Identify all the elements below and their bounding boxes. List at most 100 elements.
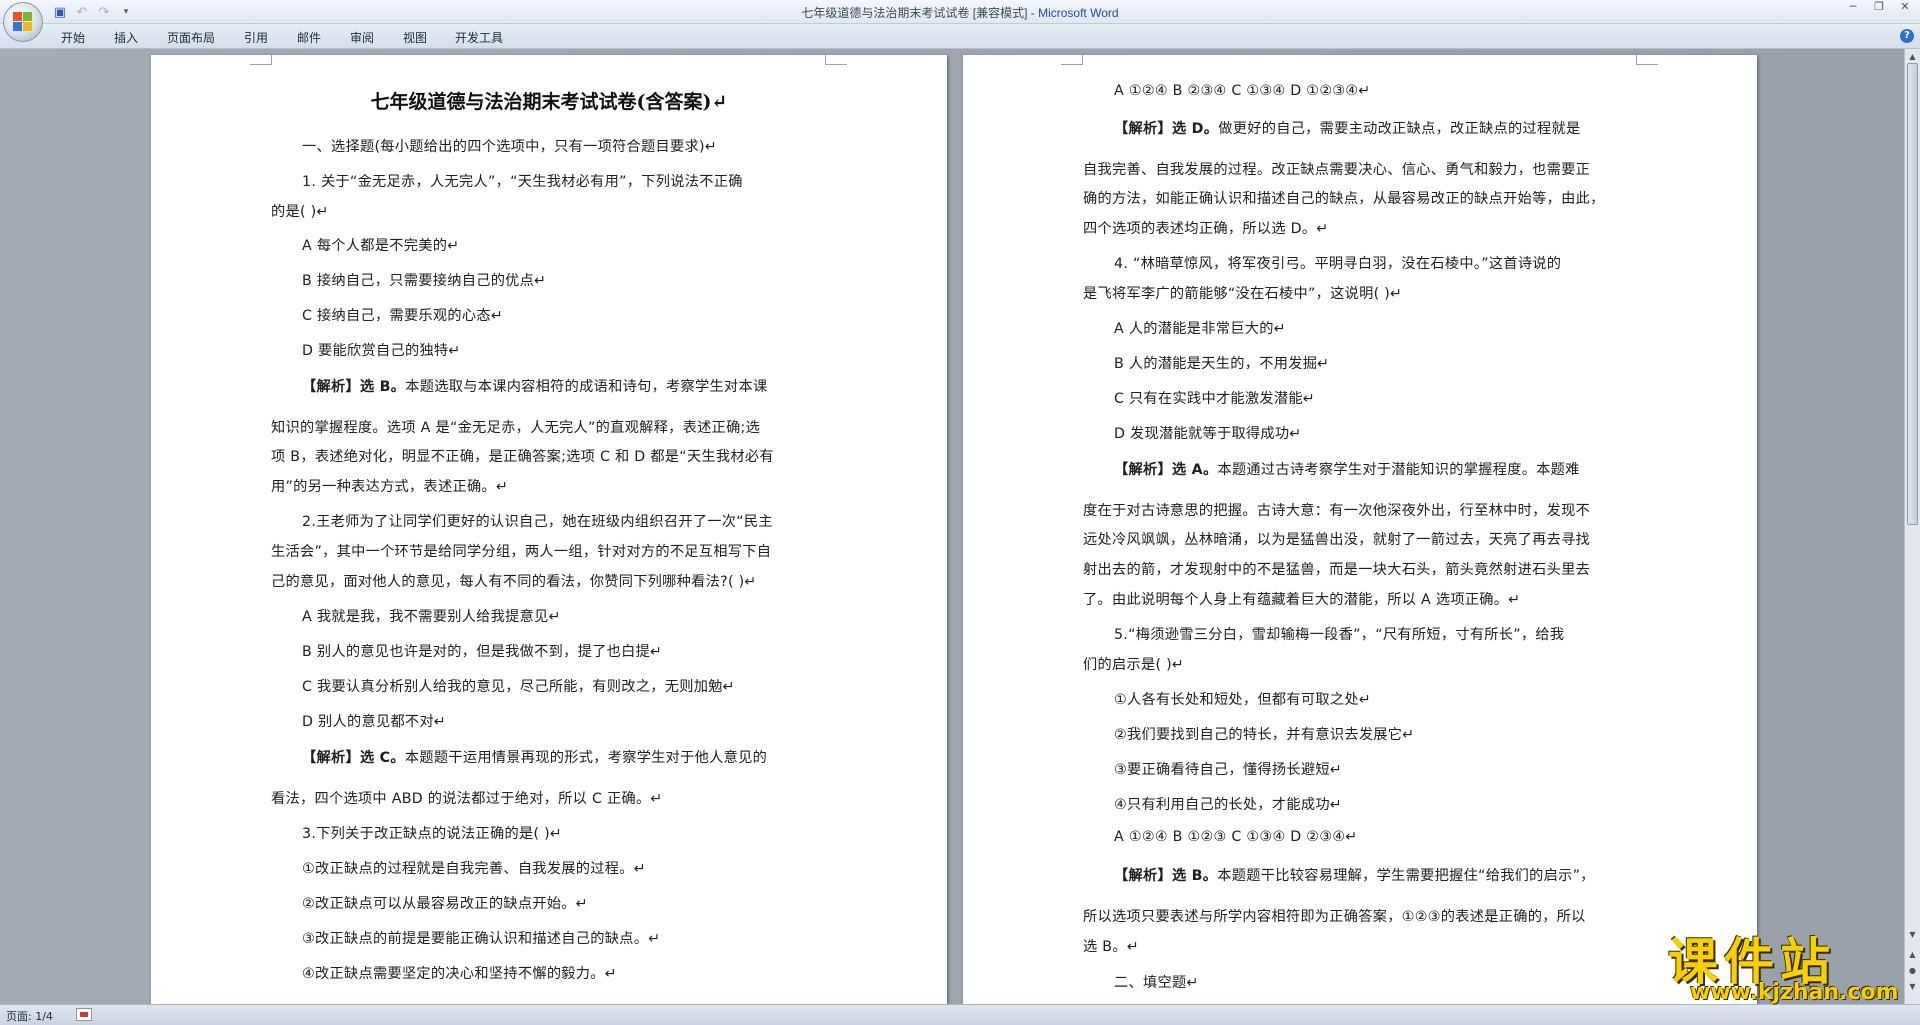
margin-corner-mark	[1061, 55, 1083, 65]
option-line: ③改正缺点的前提是要能正确认识和描述自己的缺点。↵	[302, 931, 661, 947]
analysis-line: 【解析】选 A。本题通过古诗考察学生对于潜能知识的掌握程度。本题难	[1114, 459, 1580, 479]
document-page-2[interactable]: A ①②④ B ②③④ C ①③④ D ①②③④↵ 【解析】选 D。做更好的自己…	[963, 55, 1757, 1004]
option-line: C 我要认真分析别人给我的意见，尽己所能，有则改之，无则加勉↵	[302, 679, 735, 695]
option-line: B 别人的意见也许是对的，但是我做不到，提了也白提↵	[302, 644, 663, 660]
option-line: A 人的潜能是非常巨大的↵	[1114, 321, 1286, 337]
chevron-down-icon[interactable]: ▾	[118, 4, 134, 20]
help-icon[interactable]: ?	[1900, 29, 1914, 43]
proofing-icon[interactable]	[76, 1008, 92, 1021]
question-line: 生活会”，其中一个环节是给同学分组，两人一组，针对对方的不足互相写下自	[271, 544, 772, 560]
option-line: D 别人的意见都不对↵	[302, 714, 447, 730]
quick-access-toolbar: ▣ ↶ ↷ ▾	[52, 3, 134, 21]
analysis-line: 【解析】选 C。本题题干运用情景再现的形式，考察学生对于他人意见的	[302, 747, 767, 767]
redo-icon[interactable]: ↷	[96, 4, 112, 20]
analysis-text: 本题题干运用情景再现的形式，考察学生对于他人意见的	[404, 750, 768, 766]
previous-page-icon[interactable]: ▲	[1907, 949, 1918, 960]
option-line: ①人各有长处和短处，但都有可取之处↵	[1114, 692, 1372, 708]
question-line: 4. “林暗草惊风，将军夜引弓。平明寻白羽，没在石棱中。”这首诗说的	[1114, 256, 1562, 272]
tab-references[interactable]: 引用	[244, 29, 268, 46]
analysis-line: 远处冷风飒飒，丛林暗涌，以为是猛兽出没，就射了一箭过去，天亮了再去寻找	[1083, 532, 1591, 548]
option-line: B 接纳自己，只需要接纳自己的优点↵	[302, 273, 547, 289]
analysis-tag: 【解析】选 B。	[302, 379, 406, 395]
option-line: B 人的潜能是天生的，不用发掘↵	[1114, 356, 1330, 372]
analysis-line: 【解析】选 B。本题选取与本课内容相符的成语和诗句，考察学生对本课	[302, 376, 767, 396]
option-line: C 只有在实践中才能激发潜能↵	[1114, 391, 1316, 407]
analysis-text: 本题选取与本课内容相符的成语和诗句，考察学生对本课	[405, 379, 768, 395]
option-line: ③要正确看待自己，懂得扬长避短↵	[1114, 762, 1343, 778]
analysis-tag: 【解析】选 A。	[1114, 462, 1218, 478]
analysis-tag: 【解析】选 D。	[1114, 121, 1219, 137]
restore-icon[interactable]: ❐	[1868, 0, 1890, 14]
analysis-tag: 【解析】选 B。	[1114, 868, 1218, 884]
analysis-line: 【解析】选 B。本题题干比较容易理解，学生需要把握住“给我们的启示”，	[1114, 865, 1595, 885]
tab-home[interactable]: 开始	[61, 29, 85, 46]
question-line: 己的意见，面对他人的意见，每人有不同的看法，你赞同下列哪种看法?( )↵	[271, 574, 757, 590]
question-line: 1. 关于“金无足赤，人无完人”，“天生我材必有用”，下列说法不正确	[302, 174, 743, 190]
tab-developer[interactable]: 开发工具	[455, 29, 503, 46]
scrollbar-thumb[interactable]	[1907, 63, 1918, 525]
analysis-text: 做更好的自己，需要主动改正缺点，改正缺点的过程就是	[1218, 121, 1581, 137]
question-line: 5.“梅须逊雪三分白，雪却输梅一段香”，“尺有所短，寸有所长”，给我	[1114, 627, 1565, 643]
tab-review[interactable]: 审阅	[350, 29, 374, 46]
option-line: A 我就是我，我不需要别人给我提意见↵	[302, 609, 561, 625]
window-title: 七年级道德与法治期末考试试卷 [兼容模式] - Microsoft Word	[0, 4, 1920, 21]
office-button[interactable]	[3, 2, 43, 42]
app-name: Microsoft Word	[1038, 6, 1119, 20]
margin-corner-mark	[250, 55, 272, 65]
option-line: C 接纳自己，需要乐观的心态↵	[302, 308, 504, 324]
analysis-line: 度在于对古诗意思的把握。古诗大意：有一次他深夜外出，行至林中时，发现不	[1083, 503, 1591, 519]
analysis-line: 【解析】选 D。做更好的自己，需要主动改正缺点，改正缺点的过程就是	[1114, 118, 1580, 138]
analysis-line: 确的方法，如能正确认识和描述自己的缺点，从最容易改正的缺点开始等，由此，	[1083, 191, 1605, 207]
option-line: D 要能欣赏自己的独特↵	[302, 343, 461, 359]
question-line: 是飞将军李广的箭能够“没在石棱中”，这说明( )↵	[1083, 286, 1403, 302]
undo-icon[interactable]: ↶	[74, 4, 90, 20]
document-title: 七年级道德与法治期末考试试卷(含答案)↵	[370, 91, 728, 113]
analysis-line: 四个选项的表述均正确，所以选 D。↵	[1083, 221, 1329, 237]
next-page-icon[interactable]: ▼	[1907, 981, 1918, 992]
document-workspace: 七年级道德与法治期末考试试卷(含答案)↵ 一、选择题(每小题给出的四个选项中，只…	[0, 49, 1904, 1004]
option-line: ④改正缺点需要坚定的决心和坚持不懈的毅力。↵	[302, 966, 617, 982]
analysis-line: 看法，四个选项中 ABD 的说法都过于绝对，所以 C 正确。↵	[271, 791, 663, 807]
watermark-url: www.kjzhan.com	[1690, 980, 1899, 1005]
tab-view[interactable]: 视图	[403, 29, 427, 46]
minimize-icon[interactable]: ─	[1842, 0, 1864, 14]
option-line: A 每个人都是不完美的↵	[302, 238, 460, 254]
margin-corner-mark	[825, 55, 847, 65]
question-line: 们的启示是( )↵	[1083, 657, 1185, 673]
question-line: 2.王老师为了让同学们更好的认识自己，她在班级内组织召开了一次“民主	[302, 514, 773, 530]
analysis-tag: 【解析】选 C。	[302, 750, 405, 766]
analysis-line: 所以选项只要表述与所学内容相符即为正确答案，①②③的表述是正确的，所以	[1083, 909, 1586, 925]
page-indicator[interactable]: 页面: 1/4	[6, 1008, 53, 1024]
tab-mailings[interactable]: 邮件	[297, 29, 321, 46]
browse-object-icon[interactable]: ●	[1907, 965, 1918, 976]
analysis-line: 选 B。↵	[1083, 939, 1140, 955]
analysis-line: 用”的另一种表达方式，表述正确。↵	[271, 479, 509, 495]
analysis-line: 知识的掌握程度。选项 A 是“金无足赤，人无完人”的直观解释，表述正确;选	[271, 420, 761, 436]
office-logo-icon	[13, 12, 33, 32]
document-title-text: 七年级道德与法治期末考试试卷 [兼容模式] -	[801, 6, 1039, 20]
analysis-text: 本题题干比较容易理解，学生需要把握住“给我们的启示”，	[1217, 868, 1595, 884]
section-heading: 二、填空题↵	[1114, 975, 1199, 991]
status-bar: 页面: 1/4	[0, 1004, 1920, 1025]
option-line: A ①②④ B ①②③ C ①③④ D ②③④↵	[1114, 829, 1358, 845]
option-line: ②改正缺点可以从最容易改正的缺点开始。↵	[302, 896, 588, 912]
scroll-down-icon[interactable]: ▼	[1907, 929, 1918, 940]
save-icon[interactable]: ▣	[52, 4, 68, 20]
vertical-scrollbar[interactable]: ▲ ▼ ▲ ● ▼	[1904, 49, 1920, 1004]
window-controls: ─ ❐ ✕	[1842, 0, 1916, 18]
document-page-1[interactable]: 七年级道德与法治期末考试试卷(含答案)↵ 一、选择题(每小题给出的四个选项中，只…	[151, 55, 947, 1004]
section-heading: 一、选择题(每小题给出的四个选项中，只有一项符合题目要求)↵	[302, 139, 718, 155]
scroll-up-icon[interactable]: ▲	[1907, 51, 1918, 62]
option-line: ②我们要找到自己的特长，并有意识去发展它↵	[1114, 727, 1415, 743]
option-line: ④只有利用自己的长处，才能成功↵	[1114, 797, 1343, 813]
margin-corner-mark	[1636, 55, 1658, 65]
option-line: A ①②④ B ②③④ C ①③④ D ①②③④↵	[1114, 83, 1371, 99]
tab-page-layout[interactable]: 页面布局	[167, 29, 215, 46]
analysis-line: 了。由此说明每个人身上有蕴藏着巨大的潜能，所以 A 选项正确。↵	[1083, 592, 1521, 608]
title-bar: ▣ ↶ ↷ ▾ 七年级道德与法治期末考试试卷 [兼容模式] - Microsof…	[0, 0, 1920, 24]
close-icon[interactable]: ✕	[1894, 0, 1916, 14]
analysis-line: 射出去的箭，才发现射中的不是猛兽，而是一块大石头，箭头竟然射进石头里去	[1083, 562, 1591, 578]
question-line: 3.下列关于改正缺点的说法正确的是( )↵	[302, 826, 563, 842]
analysis-text: 本题通过古诗考察学生对于潜能知识的掌握程度。本题难	[1217, 462, 1580, 478]
tab-insert[interactable]: 插入	[114, 29, 138, 46]
